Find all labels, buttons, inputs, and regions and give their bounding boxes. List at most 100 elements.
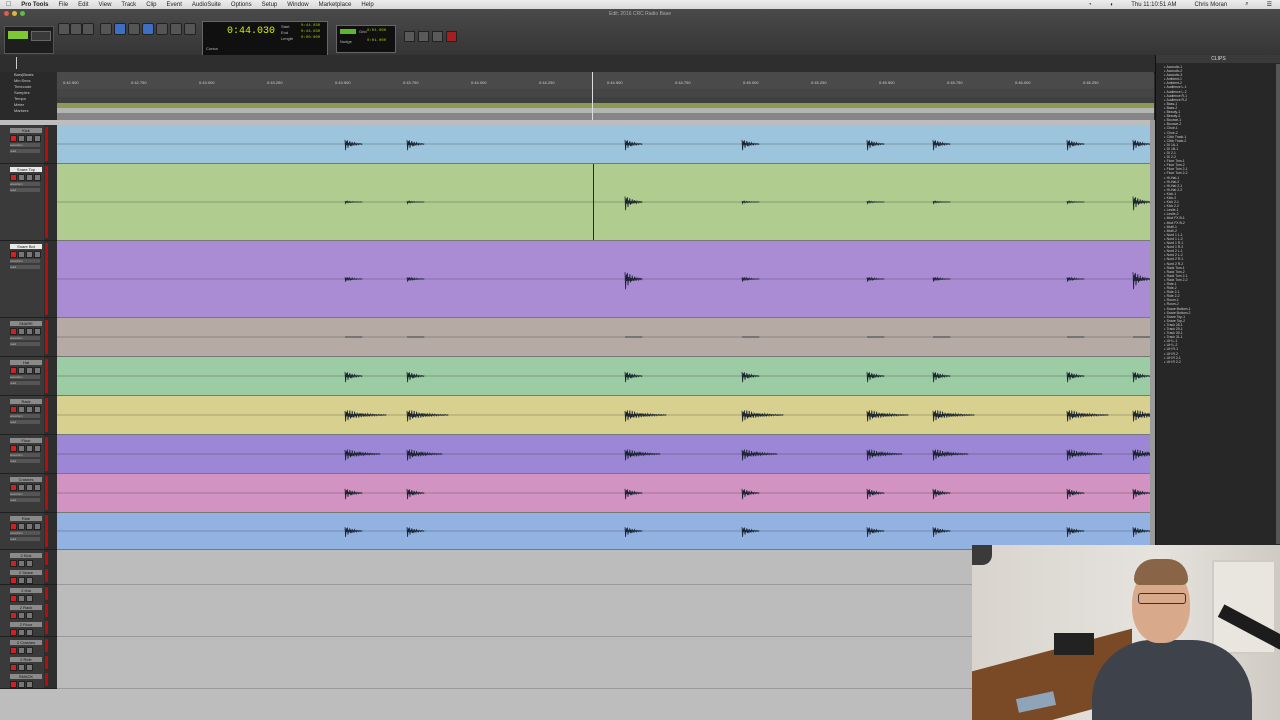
solo-button[interactable] xyxy=(26,523,33,530)
input-monitor-button[interactable] xyxy=(18,445,25,452)
scrubber-tool-icon[interactable] xyxy=(156,23,168,35)
track-name[interactable]: Crashes xyxy=(10,477,42,482)
automation-mode-selector[interactable]: read xyxy=(10,149,40,153)
menu-view[interactable]: View xyxy=(99,2,112,8)
track-name[interactable]: SNARE xyxy=(10,321,42,326)
record-enable-button[interactable] xyxy=(10,367,17,374)
track-header[interactable]: Ride waveform read xyxy=(0,513,44,550)
slip-mode-button[interactable] xyxy=(31,31,51,41)
clip-list-scrollbar[interactable] xyxy=(1276,64,1280,544)
automation-mode-selector[interactable]: read xyxy=(10,537,40,541)
automation-mode-selector[interactable]: read xyxy=(10,381,40,385)
aux-track-header[interactable]: 2 Rack xyxy=(0,601,44,620)
solo-button[interactable] xyxy=(26,328,33,335)
automation-mode-selector[interactable]: read xyxy=(10,498,40,502)
record-enable-button[interactable] xyxy=(10,560,17,567)
solo-button[interactable] xyxy=(26,174,33,181)
record-enable-button[interactable] xyxy=(10,523,17,530)
play-button[interactable] xyxy=(432,31,443,42)
grid-value[interactable]: 0:01.000 xyxy=(367,29,386,33)
aux-track-name[interactable]: 2 Ride xyxy=(10,656,42,662)
mute-button[interactable] xyxy=(34,484,41,491)
pencil-tool-icon[interactable] xyxy=(170,23,182,35)
aux-track-name[interactable]: 2 Floor xyxy=(10,622,42,628)
menu-marketplace[interactable]: Marketplace xyxy=(319,2,352,8)
aux-track-name[interactable]: 2 Kick xyxy=(10,553,42,558)
track-header[interactable]: Hat waveform read xyxy=(0,357,44,396)
track-view-selector[interactable]: waveform xyxy=(10,182,40,186)
trimmer-tool-icon[interactable] xyxy=(114,23,126,35)
record-enable-button[interactable] xyxy=(10,484,17,491)
zoom-out-icon[interactable] xyxy=(82,23,94,35)
aux-track-header[interactable]: 2 Hat xyxy=(0,584,44,603)
aux-track-name[interactable]: SMACK xyxy=(10,674,42,680)
solo-button[interactable] xyxy=(18,629,25,637)
menu-file[interactable]: File xyxy=(58,2,68,8)
aux-track-name[interactable]: 2 Hat xyxy=(10,587,42,593)
record-enable-button[interactable] xyxy=(10,577,17,585)
mute-button[interactable] xyxy=(34,251,41,258)
zoomer-tool-icon[interactable] xyxy=(100,23,112,35)
menu-setup[interactable]: Setup xyxy=(262,2,278,8)
record-enable-button[interactable] xyxy=(10,135,17,142)
input-monitor-button[interactable] xyxy=(18,328,25,335)
menu-list-icon[interactable]: ☰ xyxy=(1267,1,1272,8)
menu-track[interactable]: Track xyxy=(121,2,136,8)
solo-button[interactable] xyxy=(18,594,25,602)
mute-button[interactable] xyxy=(26,681,33,689)
menubar-clock[interactable]: Thu 11:10:51 AM xyxy=(1131,2,1176,8)
apple-icon[interactable]:  xyxy=(6,1,11,8)
input-monitor-button[interactable] xyxy=(18,251,25,258)
track-view-selector[interactable]: waveform xyxy=(10,531,40,535)
track-name[interactable]: Kick xyxy=(10,128,42,133)
record-enable-button[interactable] xyxy=(10,681,17,689)
track-view-selector[interactable]: waveform xyxy=(10,414,40,418)
selection-length[interactable]: 0:00.000 xyxy=(301,36,320,40)
aux-track-name[interactable]: 2 Rack xyxy=(10,604,42,610)
selection-start[interactable]: 0:44.030 xyxy=(301,24,320,28)
track-name[interactable]: Hat xyxy=(10,360,42,365)
automation-mode-selector[interactable]: read xyxy=(10,265,40,269)
mute-button[interactable] xyxy=(26,577,33,585)
input-monitor-button[interactable] xyxy=(18,484,25,491)
solo-button[interactable] xyxy=(26,251,33,258)
solo-button[interactable] xyxy=(18,611,25,619)
audio-clip[interactable] xyxy=(57,357,1150,396)
track-view-selector[interactable]: waveform xyxy=(10,336,40,340)
grid-indicator[interactable] xyxy=(340,29,356,34)
mute-button[interactable] xyxy=(26,646,33,654)
input-monitor-button[interactable] xyxy=(18,523,25,530)
main-counter[interactable]: 0:44.030 Cursor Start End Length 0:44.03… xyxy=(202,21,328,57)
solo-button[interactable] xyxy=(18,560,25,567)
track-view-selector[interactable]: waveform xyxy=(10,453,40,457)
audio-clip[interactable] xyxy=(57,164,1150,241)
menu-options[interactable]: Options xyxy=(231,2,252,8)
grabber-tool-icon[interactable] xyxy=(142,23,154,35)
solo-button[interactable] xyxy=(26,406,33,413)
mute-button[interactable] xyxy=(26,611,33,619)
aux-track-header[interactable]: 2 Floor xyxy=(0,619,44,638)
audio-clip[interactable] xyxy=(57,474,1150,513)
record-button[interactable] xyxy=(446,31,457,42)
smart-tool-icon[interactable] xyxy=(184,23,196,35)
wifi-icon[interactable]: ◔ xyxy=(1088,2,1092,8)
record-enable-button[interactable] xyxy=(10,663,17,671)
track-header[interactable]: Snare Bot waveform read xyxy=(0,241,44,318)
solo-button[interactable] xyxy=(26,367,33,374)
mute-button[interactable] xyxy=(34,445,41,452)
record-enable-button[interactable] xyxy=(10,174,17,181)
track-header[interactable]: Floor waveform read xyxy=(0,435,44,474)
grid-nudge-display[interactable]: Grid 0:01.000 Nudge 0:01.000 xyxy=(336,25,396,53)
record-enable-button[interactable] xyxy=(10,445,17,452)
mute-button[interactable] xyxy=(26,594,33,602)
search-icon[interactable]: ⌕ xyxy=(1245,1,1248,8)
rewind-button[interactable] xyxy=(404,31,415,42)
aux-track-header[interactable]: 2 Kick xyxy=(0,550,44,568)
nudge-value[interactable]: 0:01.000 xyxy=(367,39,386,43)
menu-pro-tools[interactable]: Pro Tools xyxy=(21,2,48,8)
selection-end[interactable]: 0:44.030 xyxy=(301,30,320,34)
record-enable-button[interactable] xyxy=(10,594,17,602)
solo-button[interactable] xyxy=(26,445,33,452)
aux-track-name[interactable]: 2 Crashes xyxy=(10,639,42,645)
menu-event[interactable]: Event xyxy=(167,2,182,8)
